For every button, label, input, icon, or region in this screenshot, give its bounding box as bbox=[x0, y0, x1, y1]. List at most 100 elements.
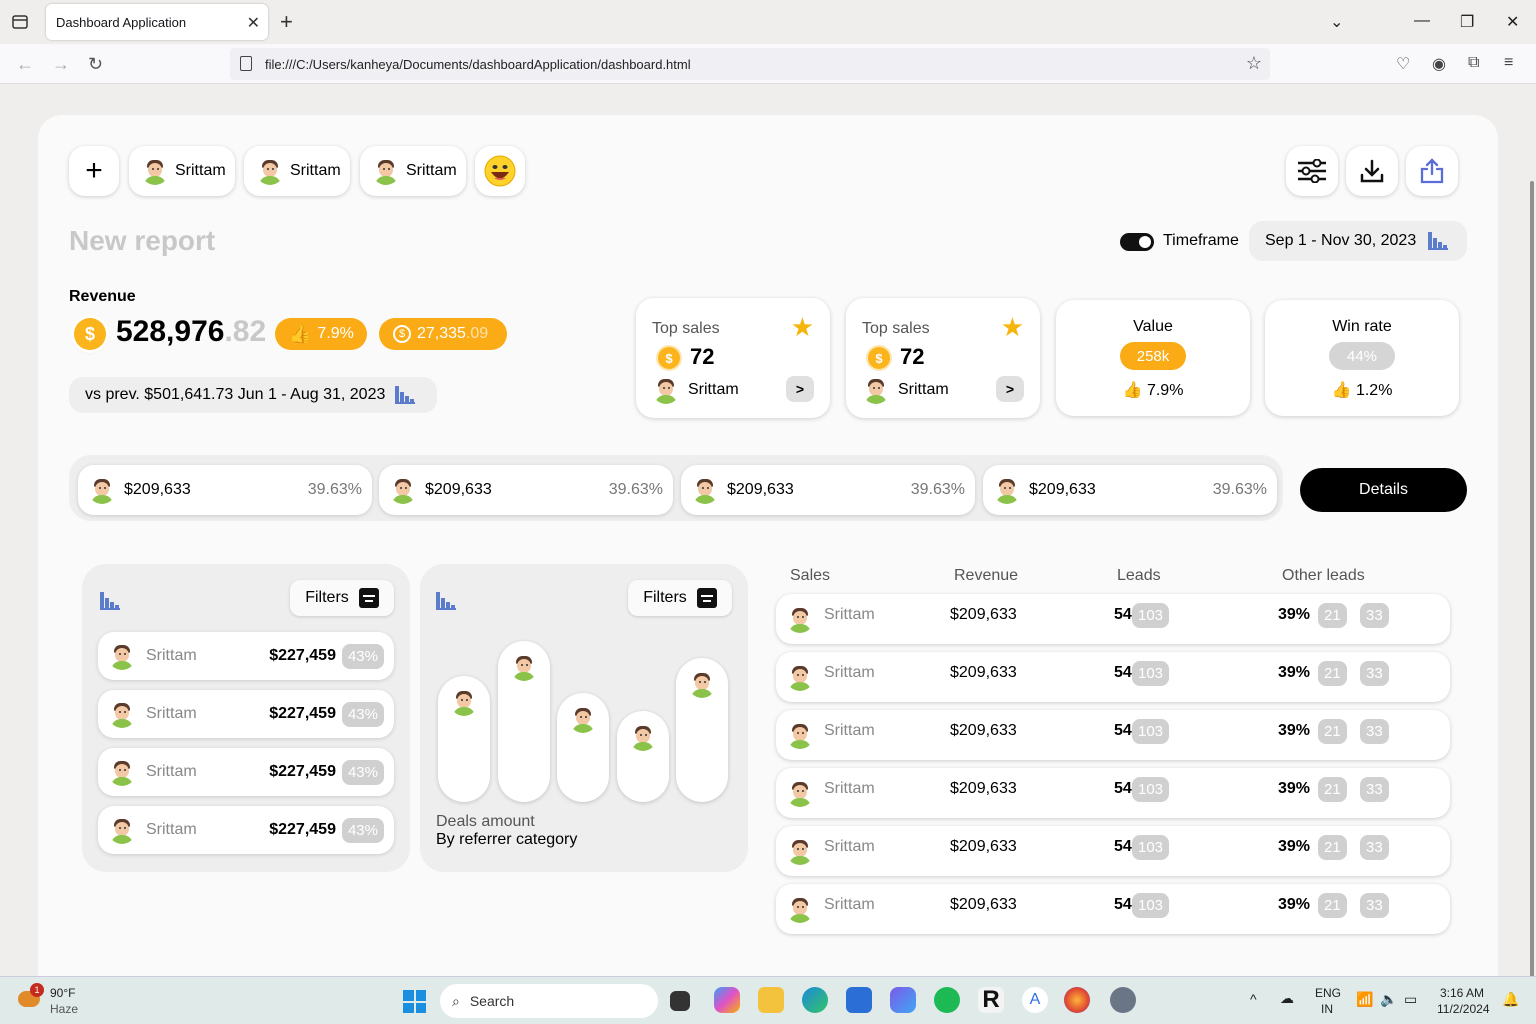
date-range-picker[interactable]: Sep 1 - Nov 30, 2023 bbox=[1249, 221, 1467, 261]
summary-item[interactable]: $209,633 39.63% bbox=[983, 465, 1277, 515]
onedrive-icon[interactable]: ☁ bbox=[1280, 990, 1294, 1007]
chevron-right-icon[interactable]: > bbox=[996, 376, 1024, 402]
win-rate-card[interactable]: Win rate 44% 👍 1.2% bbox=[1265, 300, 1459, 416]
vertical-scrollbar[interactable] bbox=[1528, 85, 1536, 1016]
reload-icon[interactable]: ↻ bbox=[88, 54, 103, 74]
battery-icon[interactable]: ▭ bbox=[1404, 991, 1417, 1008]
app-icon[interactable] bbox=[890, 987, 916, 1013]
clock-date[interactable]: 11/2/2024 bbox=[1437, 1002, 1490, 1016]
taskbar-search[interactable]: ⌕ Search bbox=[440, 984, 658, 1018]
top-sales-card[interactable]: Top sales ★ $ 72 Srittam > bbox=[846, 298, 1040, 418]
restore-icon[interactable]: ❐ bbox=[1460, 12, 1474, 32]
summary-item[interactable]: $209,633 39.63% bbox=[78, 465, 372, 515]
account-icon[interactable]: ◉ bbox=[1432, 54, 1446, 74]
user-chip[interactable]: Srittam bbox=[360, 146, 466, 196]
summary-strip: $209,633 39.63% $209,633 39.63% $209,633 39… bbox=[69, 455, 1283, 521]
table-row[interactable]: Srittam $209,633 54 103 39% 21 33 bbox=[776, 594, 1450, 644]
filters-button[interactable]: Filters bbox=[628, 580, 732, 616]
summary-item[interactable]: $209,633 39.63% bbox=[379, 465, 673, 515]
row-name: Srittam bbox=[824, 664, 875, 681]
extensions-icon[interactable]: ⧉ bbox=[1468, 54, 1479, 72]
date-range-text: Sep 1 - Nov 30, 2023 bbox=[1265, 232, 1417, 249]
details-button[interactable]: Details bbox=[1300, 468, 1467, 512]
spotify-icon[interactable] bbox=[934, 987, 960, 1013]
laughing-emoji-icon bbox=[484, 155, 516, 187]
add-button[interactable]: + bbox=[69, 146, 119, 196]
list-item[interactable]: Srittam $227,459 43% bbox=[98, 632, 394, 680]
deal-bar[interactable] bbox=[676, 658, 728, 802]
avatar bbox=[862, 376, 890, 404]
extra-amount-badge: $ 27,335.09 bbox=[379, 318, 507, 350]
tab-list-icon[interactable] bbox=[8, 10, 32, 34]
notification-bell-icon[interactable]: 🔔 bbox=[1502, 991, 1519, 1008]
column-header-sales[interactable]: Sales bbox=[790, 567, 830, 585]
list-item[interactable]: Srittam $227,459 43% bbox=[98, 806, 394, 854]
r-app-icon[interactable]: R bbox=[978, 987, 1004, 1013]
minimize-icon[interactable]: — bbox=[1414, 12, 1430, 30]
deal-bar[interactable] bbox=[617, 711, 669, 802]
avatar bbox=[786, 895, 814, 923]
chevron-right-icon[interactable]: > bbox=[786, 376, 814, 402]
list-item[interactable]: Srittam $227,459 43% bbox=[98, 748, 394, 796]
table-row[interactable]: Srittam $209,633 54 103 39% 21 33 bbox=[776, 652, 1450, 702]
user-chip[interactable]: Srittam bbox=[129, 146, 235, 196]
bookmark-star-icon[interactable]: ☆ bbox=[1246, 53, 1262, 74]
back-icon[interactable]: ← bbox=[16, 54, 34, 74]
new-tab-icon[interactable]: + bbox=[280, 10, 293, 34]
deal-bar[interactable] bbox=[557, 693, 609, 802]
language-indicator[interactable]: ENG bbox=[1315, 986, 1341, 1000]
scrollbar-thumb[interactable] bbox=[1530, 181, 1534, 1016]
deal-bar[interactable] bbox=[438, 676, 490, 802]
translator-icon[interactable]: A bbox=[1022, 987, 1048, 1013]
list-item[interactable]: Srittam $227,459 43% bbox=[98, 690, 394, 738]
browser-tab[interactable]: Dashboard Application ✕ bbox=[46, 4, 268, 40]
summary-item[interactable]: $209,633 39.63% bbox=[681, 465, 975, 515]
chevron-up-icon[interactable]: ^ bbox=[1250, 991, 1257, 1007]
file-explorer-icon[interactable] bbox=[758, 987, 784, 1013]
timeframe-toggle[interactable] bbox=[1120, 233, 1154, 251]
forward-icon[interactable]: → bbox=[52, 54, 70, 74]
table-row[interactable]: Srittam $209,633 54 103 39% 21 33 bbox=[776, 768, 1450, 818]
user-chip-name: Srittam bbox=[290, 162, 341, 179]
comparison-pill[interactable]: vs prev. $501,641.73 Jun 1 - Aug 31, 202… bbox=[69, 377, 437, 413]
volume-icon[interactable]: 🔈 bbox=[1380, 991, 1397, 1008]
table-row[interactable]: Srittam $209,633 54 103 39% 21 33 bbox=[776, 826, 1450, 876]
url-bar[interactable]: file:///C:/Users/kanheya/Documents/dashb… bbox=[230, 48, 1270, 80]
star-icon: ★ bbox=[1000, 312, 1024, 342]
sliders-icon bbox=[1298, 159, 1326, 183]
settings-gear-icon[interactable] bbox=[1110, 987, 1136, 1013]
pocket-icon[interactable]: ♡ bbox=[1396, 54, 1410, 74]
settings-sliders-button[interactable] bbox=[1286, 146, 1338, 196]
download-button[interactable] bbox=[1346, 146, 1398, 196]
column-header-revenue[interactable]: Revenue bbox=[954, 567, 1018, 585]
share-button[interactable] bbox=[1406, 146, 1458, 196]
revenue-value: 528,976.82 bbox=[116, 315, 267, 348]
emoji-button[interactable] bbox=[475, 146, 525, 196]
copilot-icon[interactable] bbox=[714, 987, 740, 1013]
page-title: New report bbox=[69, 225, 216, 256]
menu-icon[interactable]: ≡ bbox=[1504, 54, 1513, 72]
url-text: file:///C:/Users/kanheya/Documents/dashb… bbox=[265, 57, 691, 72]
top-sales-card[interactable]: Top sales ★ $ 72 Srittam > bbox=[636, 298, 830, 418]
row-badge-1: 21 bbox=[1318, 719, 1347, 744]
firefox-icon[interactable] bbox=[1064, 987, 1090, 1013]
weather-widget[interactable]: 1 90°F Haze bbox=[16, 983, 106, 1019]
row-badge-2: 33 bbox=[1360, 835, 1389, 860]
task-view-icon[interactable] bbox=[670, 991, 690, 1011]
clock-time[interactable]: 3:16 AM bbox=[1440, 986, 1484, 1000]
value-card[interactable]: Value 258k 👍 7.9% bbox=[1056, 300, 1250, 416]
list-tabs-chevron-icon[interactable]: ⌄ bbox=[1330, 12, 1343, 32]
table-row[interactable]: Srittam $209,633 54 103 39% 21 33 bbox=[776, 884, 1450, 934]
table-row[interactable]: Srittam $209,633 54 103 39% 21 33 bbox=[776, 710, 1450, 760]
column-header-other-leads[interactable]: Other leads bbox=[1282, 567, 1365, 585]
column-header-leads[interactable]: Leads bbox=[1117, 567, 1161, 585]
wifi-icon[interactable]: 📶 bbox=[1356, 991, 1373, 1008]
filters-button[interactable]: Filters bbox=[290, 580, 394, 616]
store-icon[interactable] bbox=[846, 987, 872, 1013]
close-window-icon[interactable]: ✕ bbox=[1506, 12, 1519, 32]
user-chip[interactable]: Srittam bbox=[244, 146, 350, 196]
deal-bar[interactable] bbox=[498, 641, 550, 802]
edge-icon[interactable] bbox=[802, 987, 828, 1013]
close-tab-icon[interactable]: ✕ bbox=[247, 13, 260, 33]
start-button[interactable] bbox=[403, 990, 426, 1013]
